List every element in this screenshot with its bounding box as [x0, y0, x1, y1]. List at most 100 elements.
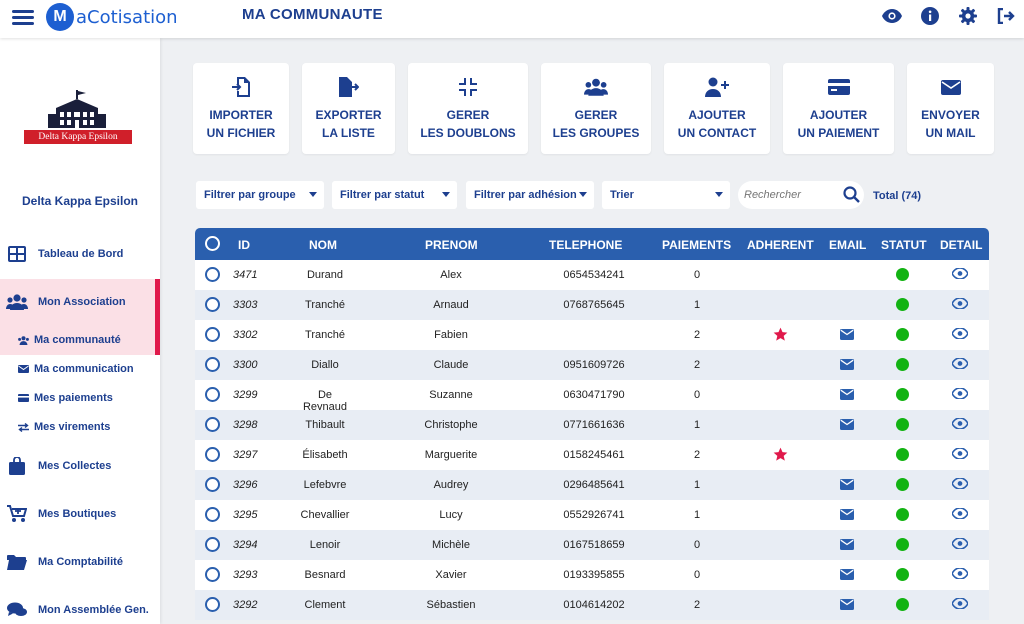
filter-group-select[interactable]: Filtrer par groupe [196, 181, 324, 209]
eye-icon[interactable] [951, 537, 969, 552]
eye-icon[interactable] [951, 417, 969, 432]
logout-icon[interactable] [996, 6, 1016, 26]
eye-icon[interactable] [951, 267, 969, 282]
send-mail-button[interactable]: ENVOYER UN MAIL [907, 63, 994, 154]
table-row[interactable]: 3300 Diallo Claude 0951609726 2 [195, 350, 989, 380]
eye-icon[interactable] [951, 297, 969, 312]
sidebar-item-dashboard[interactable]: Tableau de Bord [0, 245, 160, 263]
table-row[interactable]: 3293 Besnard Xavier 0193395855 0 [195, 560, 989, 590]
search-input[interactable] [744, 189, 840, 201]
row-select-radio[interactable] [205, 447, 220, 462]
row-select-radio[interactable] [205, 267, 220, 282]
row-select-radio[interactable] [205, 327, 220, 342]
add-payment-button[interactable]: AJOUTER UN PAIEMENT [783, 63, 894, 154]
email-icon[interactable] [840, 329, 854, 343]
table-row[interactable]: 3303 Tranché Arnaud 0768765645 1 [195, 290, 989, 320]
sidebar-item-virements[interactable]: Mes virements [0, 421, 160, 433]
header-paiements[interactable]: PAIEMENTS [662, 238, 731, 252]
filter-membership-select[interactable]: Filtrer par adhésion [466, 181, 594, 209]
header-prenom[interactable]: PRENOM [425, 238, 478, 252]
email-icon[interactable] [840, 599, 854, 613]
card-label-2: UN CONTACT [677, 126, 757, 140]
header-statut[interactable]: STATUT [881, 238, 927, 252]
table-row[interactable]: 3302 Tranché Fabien 2 [195, 320, 989, 350]
row-select-radio[interactable] [205, 477, 220, 492]
row-select-radio[interactable] [205, 507, 220, 522]
cell-paiements: 2 [693, 329, 701, 341]
cell-prenom: Arnaud [433, 299, 469, 311]
eye-icon[interactable] [951, 477, 969, 492]
header-adherent[interactable]: ADHERENT [747, 238, 814, 252]
email-icon[interactable] [840, 389, 854, 403]
cell-nom: Durand [306, 269, 344, 281]
sidebar-item-comptabilite[interactable]: Ma Comptabilité [0, 553, 160, 571]
search-icon[interactable] [843, 186, 860, 208]
header-nom[interactable]: NOM [309, 238, 337, 252]
add-contact-button[interactable]: AJOUTER UN CONTACT [664, 63, 770, 154]
eye-icon[interactable] [882, 6, 902, 26]
import-file-button[interactable]: IMPORTER UN FICHIER [193, 63, 289, 154]
table-row[interactable]: 3298 Thibault Christophe 0771661636 1 [195, 410, 989, 440]
row-select-radio[interactable] [205, 597, 220, 612]
email-icon[interactable] [840, 569, 854, 583]
cell-telephone: 0951609726 [563, 359, 625, 371]
header-detail[interactable]: DETAIL [940, 238, 982, 252]
eye-icon[interactable] [951, 447, 969, 462]
table-row[interactable]: 3294 Lenoir Michèle 0167518659 0 [195, 530, 989, 560]
filter-status-select[interactable]: Filtrer par statut [332, 181, 457, 209]
sidebar-item-assemblee[interactable]: Mon Assemblée Gen. [0, 601, 160, 619]
cell-paiements: 0 [693, 539, 701, 551]
select-all-radio[interactable] [205, 236, 220, 251]
export-list-button[interactable]: EXPORTER LA LISTE [302, 63, 395, 154]
header-email[interactable]: EMAIL [829, 238, 866, 252]
table-row[interactable]: 3299 De Reynaud Suzanne 0630471790 0 [195, 380, 989, 413]
email-icon[interactable] [840, 479, 854, 493]
card-label-1: IMPORTER [209, 108, 273, 122]
cell-prenom: Lucy [439, 509, 463, 521]
table-row[interactable]: 3296 Lefebvre Audrey 0296485641 1 [195, 470, 989, 500]
info-icon[interactable] [920, 6, 940, 26]
cell-paiements: 0 [693, 389, 701, 401]
header-id[interactable]: ID [238, 238, 250, 252]
sidebar-item-association[interactable]: Mon Association [0, 293, 160, 311]
table-row[interactable]: 3292 Clement Sébastien 0104614202 2 [195, 590, 989, 620]
manage-groups-button[interactable]: GERER LES GROUPES [541, 63, 651, 154]
email-icon[interactable] [840, 359, 854, 373]
chevron-down-icon [442, 192, 450, 197]
row-select-radio[interactable] [205, 387, 220, 402]
row-select-radio[interactable] [205, 567, 220, 582]
add-user-icon [664, 76, 770, 98]
email-icon[interactable] [840, 419, 854, 433]
sidebar-item-boutiques[interactable]: Mes Boutiques [0, 505, 160, 523]
eye-icon[interactable] [951, 567, 969, 582]
table-row[interactable]: 3471 Durand Alex 0654534241 0 [195, 260, 989, 290]
sidebar-item-communication[interactable]: Ma communication [0, 363, 160, 375]
table-row[interactable]: 3297 Élisabeth Marguerite 0158245461 2 [195, 440, 989, 470]
eye-icon[interactable] [951, 597, 969, 612]
eye-icon[interactable] [951, 357, 969, 372]
table-row[interactable]: 3295 Chevallier Lucy 0552926741 1 [195, 500, 989, 530]
cart-icon [6, 505, 28, 523]
gear-icon[interactable] [958, 6, 978, 26]
status-dot [896, 328, 909, 341]
row-select-radio[interactable] [205, 417, 220, 432]
row-select-radio[interactable] [205, 297, 220, 312]
manage-duplicates-button[interactable]: GERER LES DOUBLONS [408, 63, 528, 154]
eye-icon[interactable] [951, 507, 969, 522]
email-icon[interactable] [840, 539, 854, 553]
sort-select[interactable]: Trier [602, 181, 730, 209]
sidebar-item-communaute[interactable]: Ma communauté [0, 334, 160, 346]
row-select-radio[interactable] [205, 537, 220, 552]
menu-icon[interactable] [12, 7, 34, 27]
card-label-2: UN MAIL [925, 126, 976, 140]
header-telephone[interactable]: TELEPHONE [549, 238, 622, 252]
app-logo[interactable]: M aCotisation [46, 2, 178, 32]
cell-nom: Thibault [305, 419, 345, 431]
sidebar-item-collectes[interactable]: Mes Collectes [0, 457, 160, 475]
eye-icon[interactable] [951, 327, 969, 342]
sidebar-item-paiements[interactable]: Mes paiements [0, 392, 160, 404]
row-select-radio[interactable] [205, 357, 220, 372]
card-label-1: ENVOYER [921, 108, 980, 122]
email-icon[interactable] [840, 509, 854, 523]
eye-icon[interactable] [951, 387, 969, 402]
